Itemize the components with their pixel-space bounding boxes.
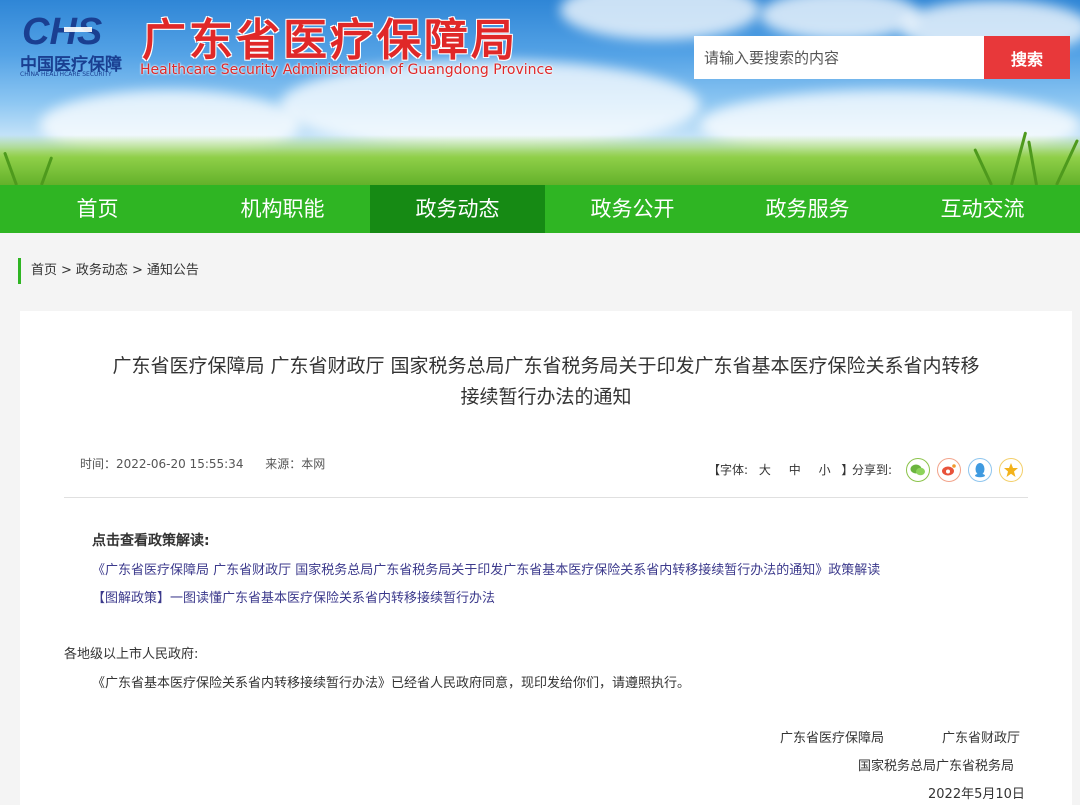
- infographic-link[interactable]: 【图解政策】一图读懂广东省基本医疗保险关系省内转移接续暂行办法: [92, 587, 495, 606]
- font-size-medium[interactable]: 中: [789, 463, 801, 477]
- signer: 国家税务总局广东省税务局: [858, 759, 1015, 774]
- breadcrumb-news[interactable]: 政务动态: [76, 263, 128, 278]
- breadcrumb: 首页 > 政务动态 > 通知公告: [18, 258, 199, 284]
- share-label: 分享到:: [852, 463, 893, 477]
- nav-item-interaction[interactable]: 互动交流: [895, 185, 1070, 233]
- site-header: CHS 中国医疗保障 CHINA HEALTHCARE SECURITY 广东省…: [0, 0, 1080, 185]
- article-title-line: 接续暂行办法的通知: [460, 386, 632, 408]
- policy-interpretation-link[interactable]: 《广东省医疗保障局 广东省财政厅 国家税务总局广东省税务局关于印发广东省基本医疗…: [92, 559, 880, 578]
- article-title-line: 广东省医疗保障局 广东省财政厅 国家税务总局广东省税务局关于印发广东省基本医疗保…: [112, 355, 980, 377]
- font-size-label: 【字体:: [708, 463, 749, 477]
- cloud: [760, 0, 920, 40]
- weibo-icon[interactable]: [937, 458, 961, 482]
- main-nav: 首页 机构职能 政务动态 政务公开 政务服务 互动交流: [0, 185, 1080, 233]
- meta-divider: [64, 497, 1028, 498]
- grass-band: [0, 135, 1080, 185]
- site-title: 广东省医疗保障局: [142, 15, 518, 66]
- signer: 广东省财政厅: [942, 731, 1021, 746]
- article-panel: 广东省医疗保障局 广东省财政厅 国家税务总局广东省税务局关于印发广东省基本医疗保…: [20, 311, 1072, 805]
- breadcrumb-separator: >: [61, 263, 72, 278]
- nav-item-open-affairs[interactable]: 政务公开: [545, 185, 720, 233]
- nav-item-home[interactable]: 首页: [0, 185, 195, 233]
- body-paragraph: 《广东省基本医疗保险关系省内转移接续暂行办法》已经省人民政府同意，现印发给你们，…: [92, 676, 691, 691]
- site-subtitle: Healthcare Security Administration of Gu…: [140, 62, 553, 78]
- breadcrumb-home[interactable]: 首页: [31, 263, 57, 278]
- article-source: 来源：本网: [265, 457, 326, 471]
- qzone-icon[interactable]: [999, 458, 1023, 482]
- article-title: 广东省医疗保障局 广东省财政厅 国家税务总局广东省税务局关于印发广东省基本医疗保…: [60, 351, 1032, 413]
- breadcrumb-notices[interactable]: 通知公告: [147, 263, 199, 278]
- logo-english-text: CHINA HEALTHCARE SECURITY: [20, 71, 112, 78]
- publish-time: 时间：2022-06-20 15:55:34: [80, 457, 244, 471]
- search-input[interactable]: [694, 36, 984, 79]
- nav-item-functions[interactable]: 机构职能: [195, 185, 370, 233]
- signer: 广东省医疗保障局: [780, 731, 885, 746]
- site-logo[interactable]: CHS 中国医疗保障 CHINA HEALTHCARE SECURITY: [20, 10, 132, 78]
- nav-item-services[interactable]: 政务服务: [720, 185, 895, 233]
- font-size-switcher: 【字体: 大 中 小 】: [708, 461, 853, 478]
- policy-interpretation-heading: 点击查看政策解读:: [92, 533, 210, 549]
- salutation: 各地级以上市人民政府:: [64, 647, 199, 662]
- nav-item-news[interactable]: 政务动态: [370, 185, 545, 233]
- chs-logo-icon: CHS: [22, 11, 102, 50]
- qq-icon[interactable]: [968, 458, 992, 482]
- breadcrumb-separator: >: [131, 263, 143, 278]
- font-size-large[interactable]: 大: [759, 463, 771, 477]
- cloud: [560, 0, 760, 40]
- search-button[interactable]: 搜索: [984, 36, 1070, 79]
- sign-date: 2022年5月10日: [928, 787, 1025, 802]
- wechat-icon[interactable]: [906, 458, 930, 482]
- font-size-small[interactable]: 小: [819, 463, 831, 477]
- article-meta: 时间：2022-06-20 15:55:34 来源：本网: [80, 455, 343, 472]
